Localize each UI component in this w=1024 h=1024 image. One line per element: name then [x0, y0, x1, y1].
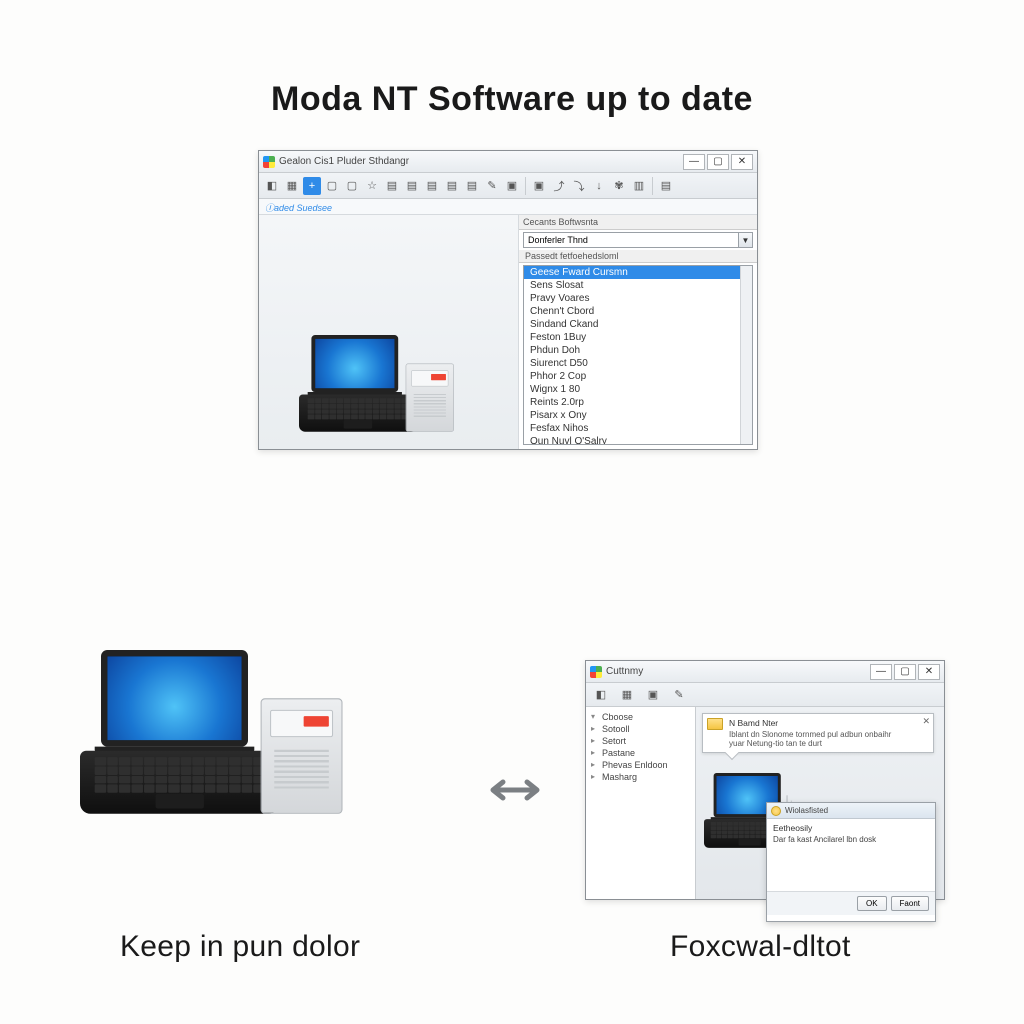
minimize-button[interactable]: —: [683, 154, 705, 170]
settings-dialog: Wiolasfisted Eetheosily Dar fa kast Anci…: [766, 802, 936, 922]
toolbar-button[interactable]: ▥: [630, 177, 648, 195]
category-combo[interactable]: ▼: [523, 232, 753, 248]
toolbar-button[interactable]: ✾: [610, 177, 628, 195]
close-button[interactable]: ✕: [731, 154, 753, 170]
page-title: Moda NT Software up to date: [271, 80, 753, 119]
list-item[interactable]: Sens Slosat: [524, 279, 752, 292]
left-pane: [259, 215, 519, 449]
scrollbar[interactable]: [740, 266, 752, 444]
gear-icon: [771, 806, 781, 816]
balloon-line: Iblant dn Slonome tornmed pul adbun onba…: [729, 730, 927, 739]
toolbar-button[interactable]: ⤴: [550, 177, 568, 195]
toolbar-button[interactable]: ▢: [343, 177, 361, 195]
toolbar-button[interactable]: ▣: [530, 177, 548, 195]
toolbar-button[interactable]: ▤: [463, 177, 481, 195]
category-input[interactable]: [524, 233, 738, 247]
toolbar-button[interactable]: ▣: [642, 686, 664, 704]
toolbar-button[interactable]: ◧: [263, 177, 281, 195]
app-icon: [263, 156, 275, 168]
list-item[interactable]: Pisarx x Ony: [524, 409, 752, 422]
maximize-button[interactable]: ▢: [894, 664, 916, 680]
toolbar-button[interactable]: ▤: [403, 177, 421, 195]
minimize-button[interactable]: —: [870, 664, 892, 680]
titlebar[interactable]: Cuttnmy — ▢ ✕: [586, 661, 944, 683]
sync-arrow-icon: [485, 770, 545, 810]
toolbar-button[interactable]: ↓: [590, 177, 608, 195]
list-item[interactable]: Chenn't Cbord: [524, 305, 752, 318]
list-item[interactable]: Wignx 1 80: [524, 383, 752, 396]
toolbar-button[interactable]: ▦: [616, 686, 638, 704]
list-item[interactable]: Sindand Ckand: [524, 318, 752, 331]
maximize-button[interactable]: ▢: [707, 154, 729, 170]
tree-node[interactable]: Cboose: [588, 711, 693, 723]
diagnostic-device-icon: [406, 364, 454, 432]
chevron-down-icon[interactable]: ▼: [738, 233, 752, 247]
toolbar-button[interactable]: ◧: [590, 686, 612, 704]
laptop-icon: [299, 335, 411, 432]
status-strip: Passedt fetfoehedsloml: [519, 250, 757, 263]
toolbar: ◧▦+▢▢☆▤▤▤▤▤✎▣▣⤴⤵↓✾▥▤: [259, 173, 757, 199]
balloon-title: N Bamd Nter: [729, 718, 927, 728]
toolbar-button[interactable]: ▦: [283, 177, 301, 195]
laptop-icon: [80, 650, 269, 814]
toolbar-button[interactable]: ▤: [423, 177, 441, 195]
close-button[interactable]: ✕: [918, 664, 940, 680]
info-band: Ⓘaded Suedsee: [259, 199, 757, 215]
caption-right: Foxcwal-dltot: [670, 930, 851, 964]
info-balloon: ✕ N Bamd Nter Iblant dn Slonome tornmed …: [702, 713, 934, 753]
list-item[interactable]: Reints 2.0rp: [524, 396, 752, 409]
right-pane: Cecants Boftwsnta ▼ Passedt fetfoehedslo…: [519, 215, 757, 449]
tree-node[interactable]: Masharg: [588, 771, 693, 783]
dialog-titlebar[interactable]: Wiolasfisted: [767, 803, 935, 819]
folder-icon: [707, 718, 723, 730]
diagnostic-device-icon: [261, 698, 343, 814]
window-title: Gealon Cis1 Pluder Sthdangr: [279, 156, 683, 167]
combo-header: Cecants Boftwsnta: [519, 215, 757, 230]
tree-node[interactable]: Pastane: [588, 747, 693, 759]
toolbar-button[interactable]: ⤵: [570, 177, 588, 195]
list-item[interactable]: Pravy Voares: [524, 292, 752, 305]
toolbar-button[interactable]: ▢: [323, 177, 341, 195]
toolbar-button[interactable]: ▤: [657, 177, 675, 195]
balloon-line: yuar Netung-tio tan te durt: [729, 739, 927, 748]
hardware-illustration: [299, 335, 454, 432]
toolbar: ◧▦▣✎: [586, 683, 944, 707]
secondary-window: Cuttnmy — ▢ ✕ ◧▦▣✎ CbooseSotoollSetortPa…: [585, 660, 945, 900]
toolbar-button[interactable]: ✎: [483, 177, 501, 195]
caption-left: Keep in pun dolor: [120, 930, 360, 964]
list-item[interactable]: Phhor 2 Cop: [524, 370, 752, 383]
toolbar-button[interactable]: ▤: [383, 177, 401, 195]
main-window: Gealon Cis1 Pluder Sthdangr — ▢ ✕ ◧▦+▢▢☆…: [258, 150, 758, 450]
nav-tree[interactable]: CbooseSotoollSetortPastanePhevas Enldoon…: [586, 707, 696, 899]
list-item[interactable]: Geese Fward Cursmn: [524, 266, 752, 279]
toolbar-button[interactable]: ▤: [443, 177, 461, 195]
tree-node[interactable]: Sotooll: [588, 723, 693, 735]
toolbar-button[interactable]: ▣: [503, 177, 521, 195]
ok-button[interactable]: OK: [857, 896, 887, 911]
toolbar-button[interactable]: ☆: [363, 177, 381, 195]
dialog-title: Wiolasfisted: [785, 806, 828, 815]
dialog-subtitle: Eetheosily: [773, 823, 929, 833]
list-item[interactable]: Fesfax Nihos: [524, 422, 752, 435]
window-title: Cuttnmy: [606, 666, 870, 677]
list-item[interactable]: Feston 1Buy: [524, 331, 752, 344]
content-area: ✕ N Bamd Nter Iblant dn Slonome tornmed …: [696, 707, 944, 899]
titlebar[interactable]: Gealon Cis1 Pluder Sthdangr — ▢ ✕: [259, 151, 757, 173]
app-icon: [590, 666, 602, 678]
item-listbox[interactable]: Geese Fward CursmnSens SlosatPravy Voare…: [523, 265, 753, 445]
close-icon[interactable]: ✕: [922, 716, 930, 727]
toolbar-button[interactable]: ✎: [668, 686, 690, 704]
list-item[interactable]: Oun Nuvl O'Salry: [524, 435, 752, 445]
dialog-text: Dar fa kast Ancilarel lbn dosk: [773, 835, 929, 844]
toolbar-button[interactable]: +: [303, 177, 321, 195]
tree-node[interactable]: Phevas Enldoon: [588, 759, 693, 771]
hardware-illustration-large: [80, 650, 343, 814]
tree-node[interactable]: Setort: [588, 735, 693, 747]
list-item[interactable]: Siurenct D50: [524, 357, 752, 370]
cancel-button[interactable]: Faont: [891, 896, 929, 911]
list-item[interactable]: Phdun Doh: [524, 344, 752, 357]
